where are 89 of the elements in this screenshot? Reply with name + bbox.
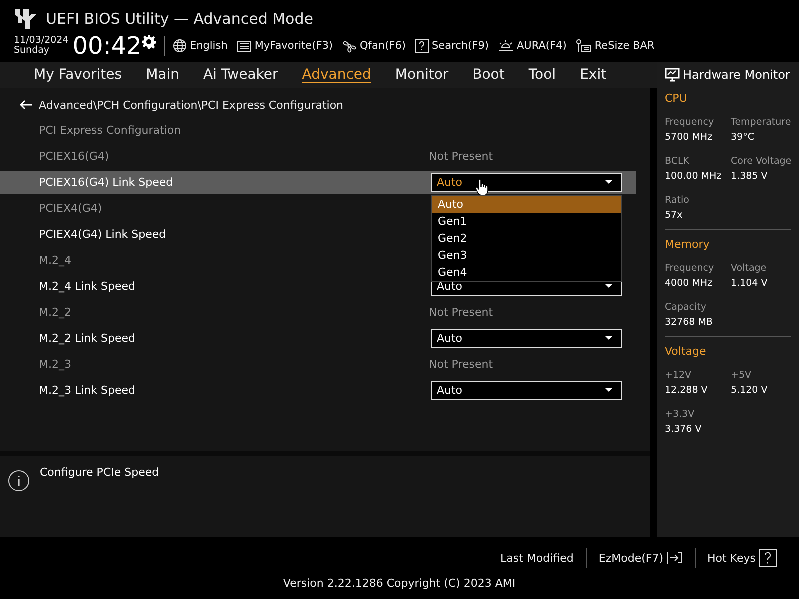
- version-text: Version 2.22.1286 Copyright (C) 2023 AMI: [283, 577, 516, 590]
- menu-tab[interactable]: Ai Tweaker: [191, 66, 290, 84]
- metric-label: Core Voltage: [731, 156, 793, 167]
- caret-icon: [605, 284, 613, 288]
- date-text: 11/03/2024: [14, 36, 69, 46]
- selected-row[interactable]: PCIEX16(G4) Link Speed Auto: [0, 170, 636, 194]
- metric-label: +5V: [731, 370, 753, 381]
- metric-value: 100.00 MHz: [665, 171, 723, 182]
- metric-value: 39°C: [731, 132, 756, 143]
- metric-label: Voltage: [731, 263, 768, 274]
- section-heading: CPU: [665, 92, 688, 105]
- section-heading: PCI Express Configuration: [39, 124, 182, 136]
- menu-tab[interactable]: Monitor: [383, 66, 461, 84]
- dropdown[interactable]: Auto: [431, 380, 622, 400]
- panel-title: Hardware Monitor: [683, 68, 790, 82]
- dropdown-option[interactable]: Gen1: [432, 213, 621, 230]
- setting-label: M.2_4: [39, 254, 72, 266]
- metric-value: 57x: [665, 210, 684, 221]
- metric-value: 5.120 V: [731, 385, 769, 396]
- footer-button[interactable]: EzMode(F7): [586, 548, 694, 568]
- globe-icon: [172, 39, 187, 53]
- fan-icon: [342, 39, 358, 53]
- breadcrumb-path: Advanced\PCH Configuration\PCI Express Configuration: [39, 98, 344, 112]
- resize-bar-icon: [576, 38, 592, 54]
- dropdown[interactable]: Auto: [431, 328, 622, 348]
- metric-value: 3.376 V: [665, 424, 703, 435]
- footer-button[interactable]: Hot Keys: [694, 548, 789, 568]
- setting-label: M.2_4 Link Speed: [39, 280, 136, 292]
- metric-label: +12V: [665, 370, 693, 381]
- toolbar-button[interactable]: Search(F9): [414, 39, 489, 53]
- menu-tab[interactable]: Main: [134, 66, 192, 84]
- menu-tab[interactable]: Advanced: [290, 66, 384, 84]
- toolbar-button[interactable]: MyFavorite(F3): [236, 40, 334, 52]
- toolbar-button[interactable]: AURA(F4): [498, 39, 567, 53]
- caret-icon: [605, 388, 613, 392]
- metric-label: Ratio: [665, 195, 690, 206]
- metric-value: 1.104 V: [731, 278, 769, 289]
- section-heading: Voltage: [665, 345, 708, 358]
- window-title: UEFI BIOS Utility — Advanced Mode: [46, 10, 314, 28]
- setting-label: M.2_2: [39, 306, 72, 318]
- setting-label: M.2_3 Link Speed: [39, 384, 136, 396]
- setting-value: Not Present: [429, 306, 494, 318]
- setting-value: Not Present: [429, 358, 494, 370]
- setting-label: PCIEX16(G4): [39, 150, 110, 162]
- dropdown-option[interactable]: Auto: [432, 196, 621, 213]
- exit-icon: [666, 551, 682, 565]
- settings-icon[interactable]: [142, 35, 156, 49]
- menu-tab[interactable]: Exit: [568, 66, 619, 84]
- metric-label: Frequency: [665, 117, 716, 128]
- list-icon: [236, 40, 252, 52]
- metric-label: +3.3V: [665, 409, 696, 420]
- toolbar-button[interactable]: Qfan(F6): [342, 39, 406, 53]
- setting-label: PCIEX16(G4) Link Speed: [39, 176, 174, 188]
- metric-label: Temperature: [731, 117, 792, 128]
- metric-value: 5700 MHz: [665, 132, 714, 143]
- caret-icon: [605, 336, 613, 340]
- info-icon: [8, 470, 30, 492]
- metric-value: 32768 MB: [665, 317, 714, 328]
- dropdown-option[interactable]: Gen3: [432, 247, 621, 264]
- help-text: Configure PCIe Speed: [40, 466, 160, 481]
- metric-label: Frequency: [665, 263, 716, 274]
- setting-label: M.2_3: [39, 358, 72, 370]
- dropdown[interactable]: Auto: [431, 172, 622, 192]
- setting-label: M.2_2 Link Speed: [39, 332, 136, 344]
- setting-value: Not Present: [429, 150, 494, 162]
- toolbar-button[interactable]: English: [172, 39, 228, 53]
- section-heading: Memory: [665, 238, 711, 251]
- menu-tab[interactable]: Tool: [516, 66, 568, 84]
- setting-label: PCIEX4(G4) Link Speed: [39, 228, 168, 240]
- metric-value: 4000 MHz: [665, 278, 714, 289]
- metric-label: BCLK: [665, 156, 691, 167]
- aura-icon: [498, 39, 514, 53]
- logo-icon: [14, 8, 38, 30]
- menu-tab[interactable]: Boot: [460, 66, 517, 84]
- metric-value: 1.385 V: [731, 171, 769, 182]
- back-arrow-icon[interactable]: [20, 100, 32, 110]
- setting-label: PCIEX4(G4): [39, 202, 104, 214]
- help-icon: [414, 39, 429, 53]
- menu-tab[interactable]: My Favorites: [22, 66, 134, 84]
- metric-label: Capacity: [665, 302, 708, 313]
- metric-value: 12.288 V: [665, 385, 709, 396]
- dropdown-option[interactable]: Gen2: [432, 230, 621, 247]
- day-text: Sunday: [14, 46, 51, 56]
- footer-button[interactable]: Last Modified: [488, 548, 586, 568]
- toolbar-button[interactable]: ReSize BAR: [576, 38, 655, 54]
- monitor-icon: [665, 68, 680, 82]
- clock-time: 00:42: [72, 32, 142, 60]
- caret-icon: [605, 180, 613, 184]
- help-icon: [759, 549, 777, 567]
